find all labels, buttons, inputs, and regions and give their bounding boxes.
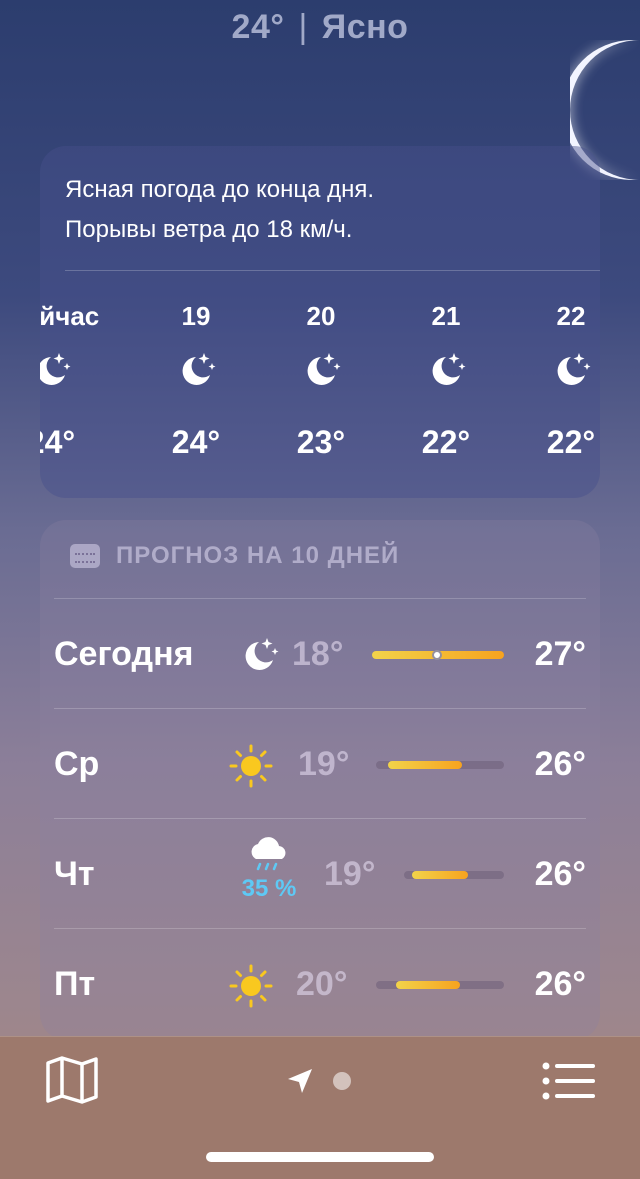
day-name: Сегодня [54,635,194,673]
current-temp-dot [432,650,442,660]
home-indicator[interactable] [206,1152,434,1162]
day-low-temp: 18° [292,635,344,673]
current-condition: Ясно [321,8,409,46]
temp-range-fill [388,761,462,769]
hourly-scroller[interactable]: Сейчас 24° 19 24° 20 23° 21 22° 22 22° [40,296,600,476]
hour-time: 19 [181,301,211,331]
day-low-temp: 20° [296,965,348,1003]
page-indicator-dot[interactable] [333,1072,351,1090]
day-name: Ср [54,745,100,783]
list-icon[interactable] [542,1061,596,1101]
temp-range-bar [372,650,504,660]
moon-stars-icon [307,353,341,385]
hour-time: 22 [556,301,586,331]
ten-day-header: ПРОГНОЗ НА 10 ДНЕЙ [70,542,399,570]
hour-item: 22 22° [526,296,600,472]
day-high-temp: 26° [534,855,586,893]
divider [65,270,600,271]
hour-temp: 22° [546,424,596,460]
hourly-forecast-card[interactable]: Ясная погода до конца дня. Порывы ветра … [40,146,600,498]
top-summary: 24° | Ясно [0,8,640,47]
moon-stars-icon [557,353,591,385]
location-arrow-icon[interactable] [286,1067,314,1095]
day-row-fri[interactable]: Пт 20° 26° [54,928,586,1038]
moon-stars-icon [245,638,279,670]
hour-item: Сейчас 24° [40,296,100,472]
day-row-thu[interactable]: Чт 35 % 19° 26° [54,818,586,928]
temp-range-fill [396,981,460,989]
map-icon[interactable] [44,1055,100,1105]
day-low-temp: 19° [298,745,350,783]
temp-range-bar [404,871,504,879]
day-high-temp: 26° [534,745,586,783]
ten-day-forecast-card[interactable]: ПРОГНОЗ НА 10 ДНЕЙ Сегодня 18° 27° Ср 19… [40,520,600,1040]
temp-range-bar [376,761,504,769]
description-line-2: Порывы ветра до 18 км/ч. [65,216,353,243]
hour-item: 19 24° [151,296,241,472]
forecast-description: Ясная погода до конца дня. Порывы ветра … [65,170,374,250]
cloud-rain-icon [251,837,286,871]
temp-range-fill [412,871,468,879]
current-temp: 24° [231,8,285,46]
summary-separator: | [298,8,308,46]
day-row-wed[interactable]: Ср 19° 26° [54,708,586,818]
ten-day-title: ПРОГНОЗ НА 10 ДНЕЙ [116,542,400,569]
hour-item: 20 23° [276,296,366,472]
day-high-temp: 26° [534,965,586,1003]
day-name: Чт [54,855,95,893]
sun-icon [229,964,273,1008]
hour-time: Сейчас [40,301,100,331]
precip-chance: 35 % [241,875,297,902]
hour-temp: 23° [296,424,346,460]
day-high-temp: 27° [534,635,586,673]
day-name: Пт [54,965,96,1003]
hour-item: 21 22° [401,296,491,472]
calendar-icon [70,544,100,568]
moon-stars-icon [432,353,466,385]
hour-temp: 24° [40,424,76,460]
hour-temp: 22° [421,424,471,460]
hour-temp: 24° [171,424,221,460]
moon-stars-icon [40,353,71,385]
hour-time: 20 [306,301,336,331]
day-row-today[interactable]: Сегодня 18° 27° [54,598,586,708]
day-low-temp: 19° [324,855,376,893]
hour-time: 21 [431,301,461,331]
moon-stars-icon [182,353,216,385]
sun-icon [229,744,273,788]
temp-range-bar [376,981,504,989]
description-line-1: Ясная погода до конца дня. [65,176,375,203]
